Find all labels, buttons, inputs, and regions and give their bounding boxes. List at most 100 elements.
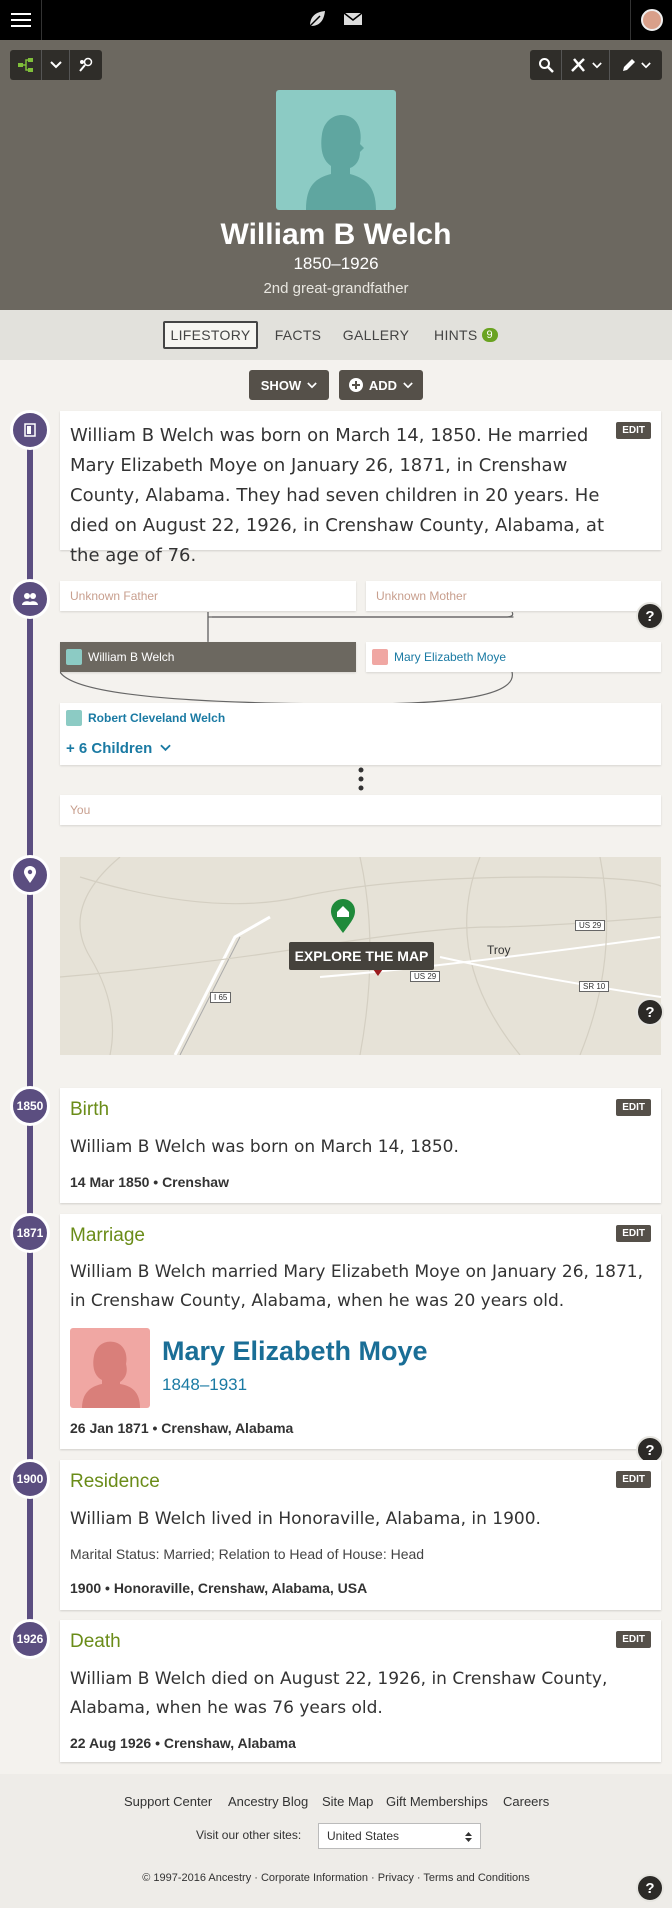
explore-map-button[interactable]: EXPLORE THE MAP [289, 942, 434, 970]
male-avatar-icon [66, 649, 82, 665]
event-title: Birth [70, 1099, 110, 1120]
person-name: William B Welch [220, 218, 452, 251]
map-label: I 65 [210, 992, 232, 1003]
hints-count-badge: 9 [481, 328, 498, 342]
self-box[interactable]: William B Welch [60, 642, 356, 672]
more-generations-dots [358, 767, 364, 791]
timeline-year-1926: 1926 [10, 1619, 50, 1659]
event-date-place: 26 Jan 1871 • Crenshaw, Alabama [70, 1420, 294, 1436]
female-avatar-icon [372, 649, 388, 665]
map-label: US 29 [410, 971, 441, 982]
person-tools [530, 50, 662, 80]
event-date-place: 22 Aug 1926 • Crenshaw, Alabama [70, 1735, 296, 1751]
copyright-text: © 1997-2016 Ancestry [142, 1872, 252, 1884]
user-avatar [640, 9, 663, 31]
footer-link-gift-memberships[interactable]: Gift Memberships [386, 1794, 488, 1809]
map-label: Troy [487, 943, 511, 957]
timeline-year-1871: 1871 [10, 1213, 50, 1253]
tab-facts[interactable]: FACTS [268, 321, 328, 349]
family-icon [22, 593, 38, 605]
female-silhouette-icon [82, 1341, 140, 1408]
tab-gallery[interactable]: GALLERY [340, 321, 412, 349]
birth-event-card: EDIT Birth William B Welch was born on M… [60, 1088, 661, 1203]
terms-link[interactable]: Terms and Conditions [423, 1872, 529, 1884]
help-button[interactable]: ? [636, 1874, 664, 1902]
event-description: William B Welch lived in Honoraville, Al… [70, 1509, 541, 1529]
timeline-year-1850: 1850 [10, 1086, 50, 1126]
person-tabs: LIFESTORY FACTS GALLERY HINTS 9 [0, 310, 672, 360]
country-site-select[interactable]: United States [318, 1823, 481, 1849]
tools-icon [570, 58, 585, 72]
event-title: Death [70, 1631, 121, 1652]
residence-event-card: EDIT Residence William B Welch lived in … [60, 1460, 661, 1610]
timeline-year-1900: 1900 [10, 1459, 50, 1499]
lifestory-text: William B Welch was born on March 14, 18… [70, 425, 604, 566]
person-header: William B Welch 1850–1926 2nd great-gran… [0, 40, 672, 310]
top-nav-bar [0, 0, 672, 40]
edit-button[interactable]: EDIT [616, 1099, 651, 1116]
footer-link-site-map[interactable]: Site Map [322, 1794, 373, 1809]
family-node [10, 579, 50, 619]
person-relationship: 2nd great-grandfather [263, 280, 409, 297]
privacy-link[interactable]: Privacy [378, 1872, 414, 1884]
story-node [10, 410, 50, 450]
events-map[interactable]: Troy US 29 US 29 SR 10 I 65 EXPLORE THE … [60, 857, 661, 1055]
add-dropdown-button[interactable]: ADD [339, 370, 423, 400]
location-pin-icon [24, 866, 36, 883]
tree-view-button[interactable] [10, 50, 42, 80]
leaf-icon[interactable] [306, 8, 328, 30]
event-description: William B Welch died on August 22, 1926,… [70, 1669, 608, 1718]
person-search-button[interactable] [70, 50, 102, 80]
tools-dropdown[interactable] [562, 50, 610, 80]
map-label: SR 10 [579, 981, 610, 992]
corporate-info-link[interactable]: Corporate Information [261, 1872, 368, 1884]
hamburger-icon [10, 13, 31, 15]
event-title: Residence [70, 1471, 160, 1492]
tree-view-icon [17, 58, 33, 72]
edit-button[interactable]: EDIT [616, 1225, 651, 1242]
event-description: William B Welch married Mary Elizabeth M… [70, 1262, 644, 1311]
footer-link-ancestry-blog[interactable]: Ancestry Blog [228, 1794, 308, 1809]
profile-menu-button[interactable] [630, 0, 672, 40]
father-box[interactable]: Unknown Father [60, 581, 356, 611]
tab-lifestory[interactable]: LIFESTORY [163, 321, 258, 349]
tab-hints[interactable]: HINTS 9 [428, 321, 504, 349]
chevron-down-icon [591, 61, 602, 68]
legal-links: © 1997-2016 Ancestry · Corporate Informa… [142, 1872, 530, 1884]
search-button[interactable] [530, 50, 562, 80]
mail-icon[interactable] [342, 8, 364, 30]
mother-box[interactable]: Unknown Mother [366, 581, 661, 611]
edit-dropdown[interactable] [610, 50, 662, 80]
event-title: Marriage [70, 1225, 145, 1246]
more-children-toggle[interactable]: + 6 Children [66, 733, 172, 763]
help-button[interactable]: ? [636, 602, 664, 630]
help-button[interactable]: ? [636, 998, 664, 1026]
chevron-down-icon [49, 61, 62, 69]
you-box[interactable]: You [60, 795, 661, 825]
spouse-photo-placeholder[interactable] [70, 1328, 150, 1408]
footer-link-support-center[interactable]: Support Center [124, 1794, 212, 1809]
person-search-icon [79, 57, 93, 72]
chevron-down-icon [641, 61, 651, 68]
child-item[interactable]: Robert Cleveland Welch [60, 703, 225, 733]
person-photo-placeholder[interactable] [276, 90, 396, 210]
plus-circle-icon [348, 378, 363, 392]
male-silhouette-icon [306, 114, 376, 210]
home-pin-icon [331, 899, 355, 933]
event-extra-info: Marital Status: Married; Relation to Hea… [70, 1546, 425, 1562]
show-dropdown-button[interactable]: SHOW [249, 370, 329, 400]
person-dates: 1850–1926 [293, 254, 379, 273]
spouse-dates: 1848–1931 [162, 1375, 248, 1394]
spouse-name-link[interactable]: Mary Elizabeth Moye [162, 1336, 428, 1367]
spouse-box[interactable]: Mary Elizabeth Moye [366, 642, 661, 672]
footer: Support Center Ancestry Blog Site Map Gi… [0, 1774, 672, 1908]
children-box: Robert Cleveland Welch + 6 Children [60, 703, 661, 765]
edit-button[interactable]: EDIT [616, 1631, 651, 1648]
chevron-down-icon [307, 381, 317, 388]
tree-options-dropdown[interactable] [42, 50, 70, 80]
footer-link-careers[interactable]: Careers [503, 1794, 549, 1809]
lifestory-card: EDIT William B Welch was born on March 1… [60, 411, 661, 566]
tree-toolbar [10, 50, 102, 80]
edit-button[interactable]: EDIT [616, 1471, 651, 1488]
hamburger-menu-button[interactable] [0, 0, 42, 40]
